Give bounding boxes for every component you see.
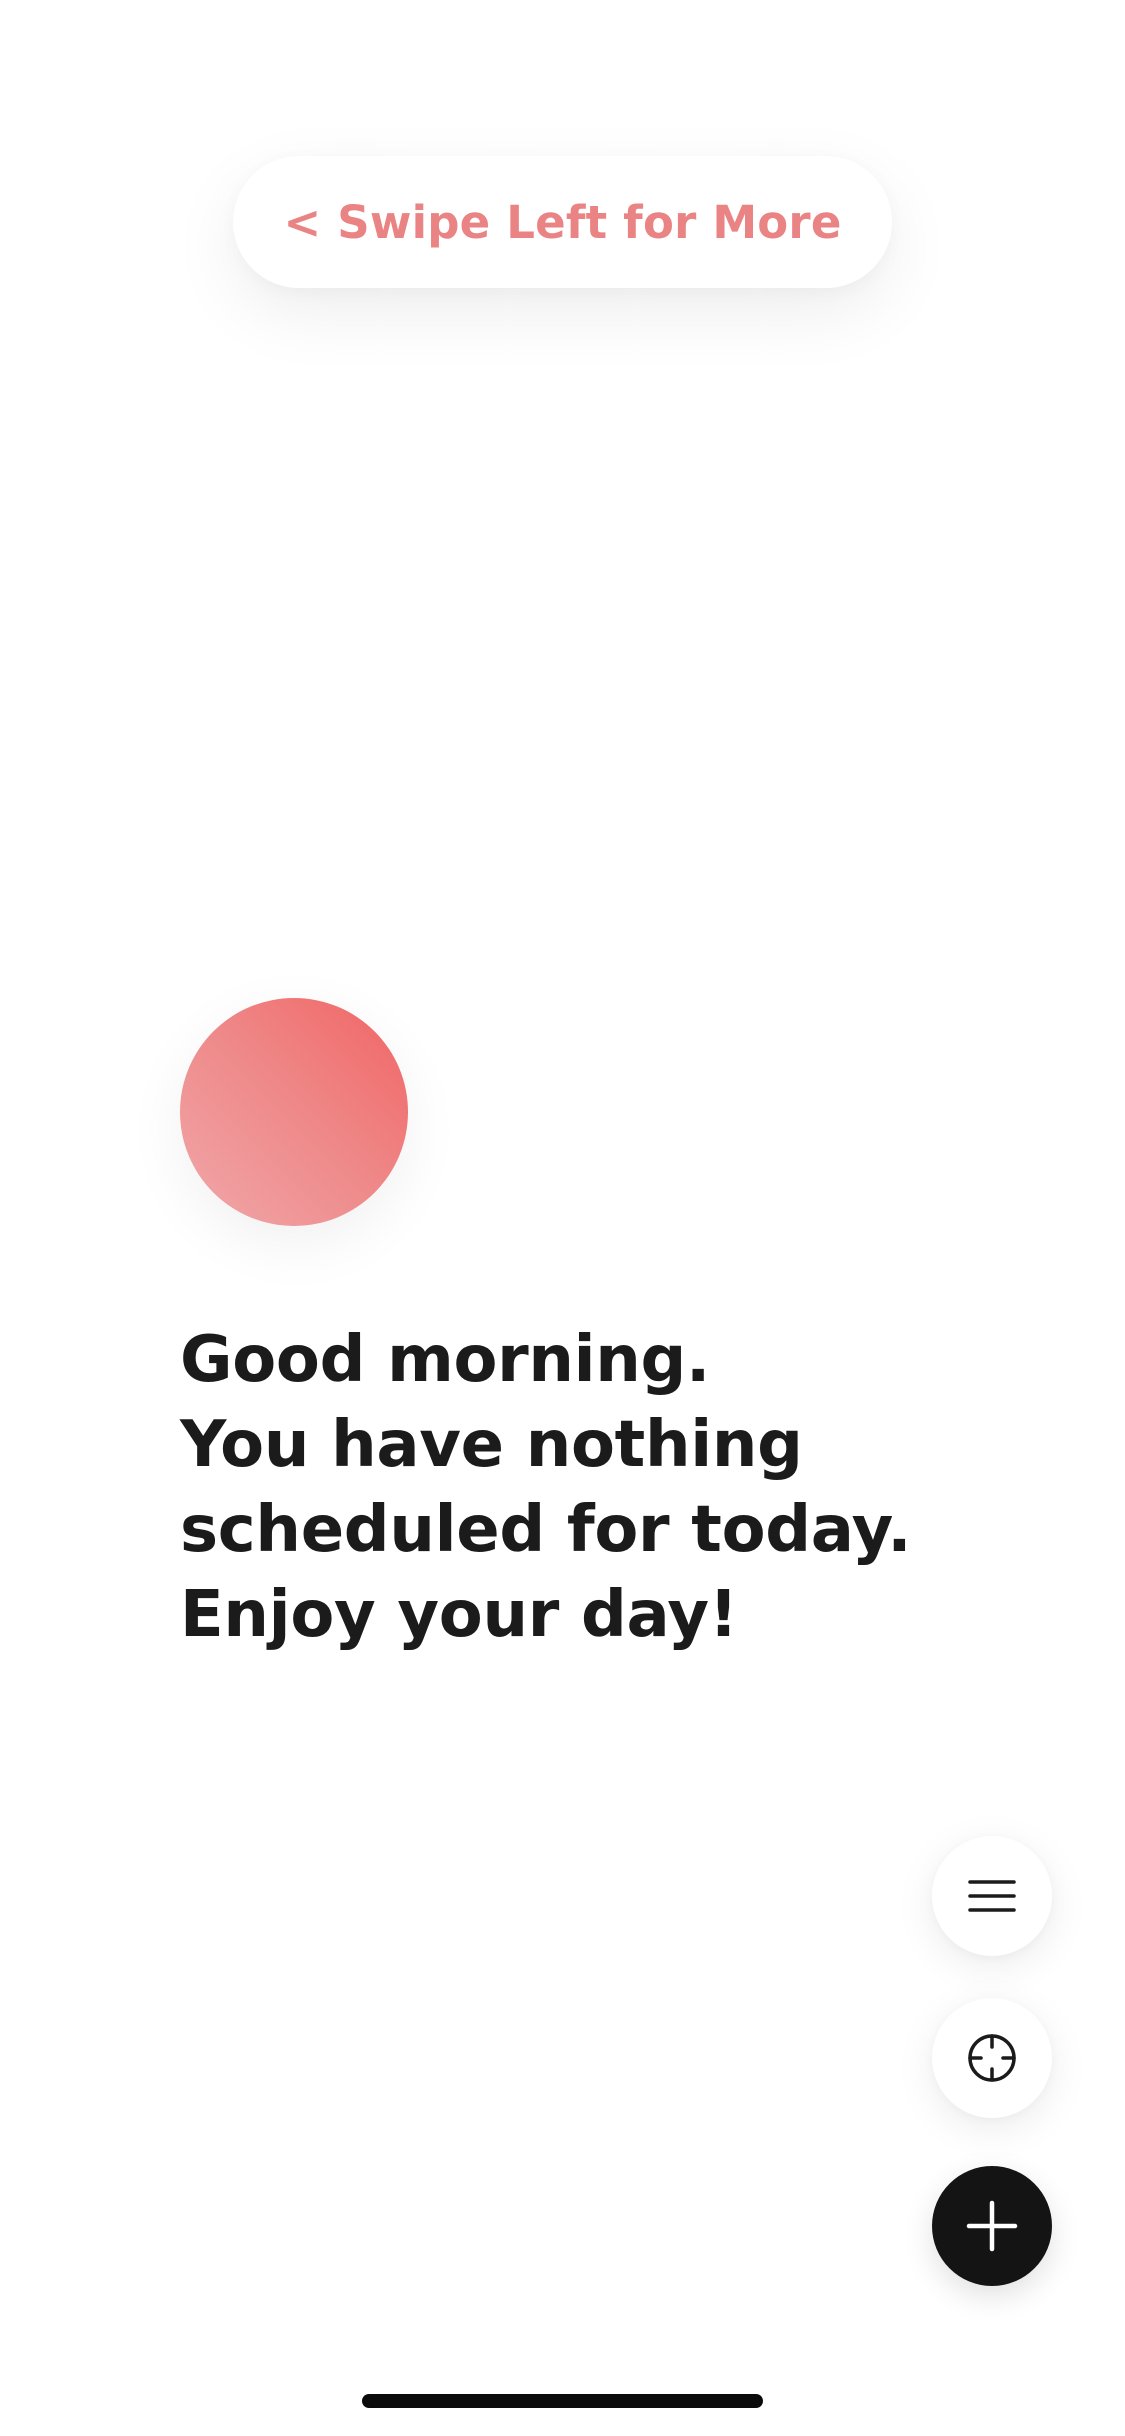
swipe-left-hint-button[interactable]: < Swipe Left for More — [233, 156, 892, 288]
add-button[interactable] — [932, 2166, 1052, 2286]
menu-button[interactable] — [932, 1836, 1052, 1956]
menu-icon — [968, 1880, 1016, 1912]
swipe-hint-label: < Swipe Left for More — [283, 195, 842, 249]
greeting-message: Good morning. You have nothing scheduled… — [180, 1318, 1060, 1658]
plus-icon — [966, 2200, 1018, 2252]
home-indicator[interactable] — [362, 2394, 763, 2408]
crosshair-icon — [968, 2034, 1016, 2082]
greeting-line: Enjoy your day! — [180, 1578, 738, 1652]
greeting-line: Good morning. — [180, 1323, 711, 1397]
locate-button[interactable] — [932, 1998, 1052, 2118]
mood-orb — [180, 998, 408, 1226]
greeting-line: scheduled for today. — [180, 1493, 912, 1567]
greeting-line: You have nothing — [180, 1408, 803, 1482]
